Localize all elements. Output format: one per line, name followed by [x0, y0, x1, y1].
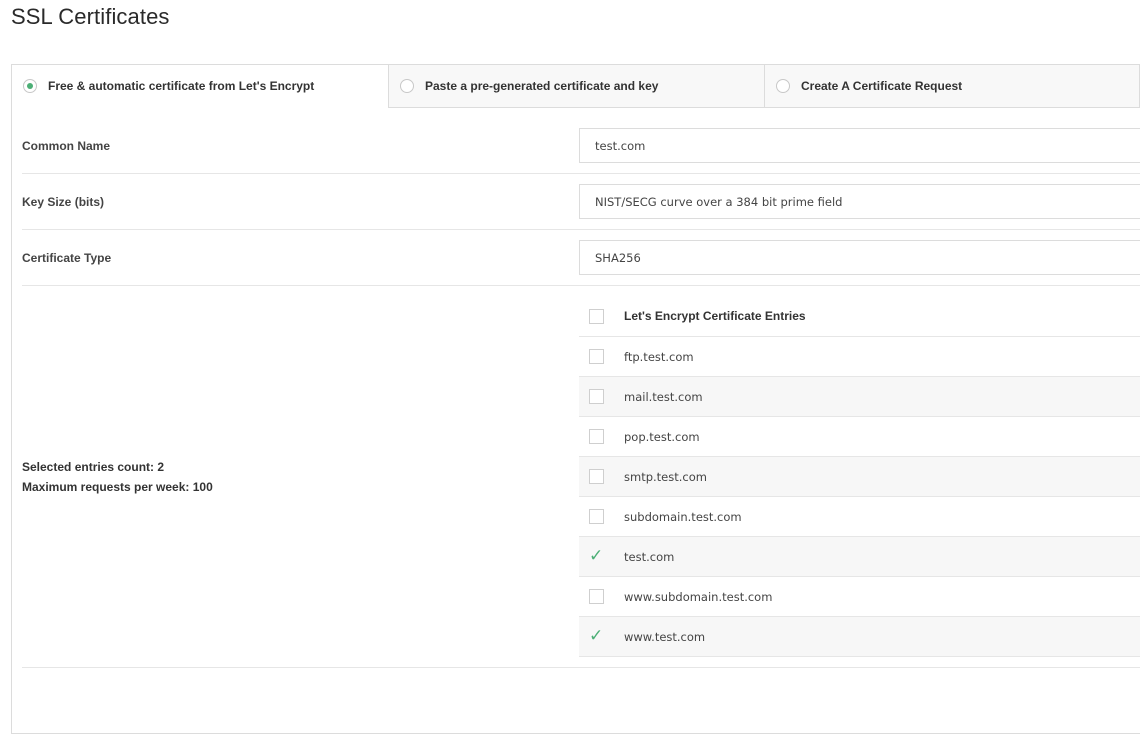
entry-checkbox[interactable]	[589, 389, 604, 404]
radio-icon[interactable]	[776, 79, 790, 93]
check-icon[interactable]: ✓	[589, 548, 604, 565]
entries-row: Selected entries count: 2 Maximum reques…	[22, 286, 1140, 668]
entry-label: test.com	[624, 549, 675, 564]
entry-checkbox[interactable]	[589, 429, 604, 444]
common-name-field[interactable]: test.com	[579, 128, 1140, 163]
entry-checkbox[interactable]	[589, 349, 604, 364]
tab-paste-certificate[interactable]: Paste a pre-generated certificate and ke…	[388, 65, 764, 108]
list-item[interactable]: ✓ test.com	[579, 537, 1140, 577]
check-icon[interactable]: ✓	[589, 628, 604, 645]
entry-label: subdomain.test.com	[624, 509, 742, 524]
certificate-type-select[interactable]: SHA256	[579, 240, 1140, 275]
entry-label: mail.test.com	[624, 389, 703, 404]
entries-list: Let's Encrypt Certificate Entries ftp.te…	[579, 296, 1140, 657]
list-item[interactable]: ftp.test.com	[579, 337, 1140, 377]
list-item[interactable]: www.subdomain.test.com	[579, 577, 1140, 617]
entry-label: www.subdomain.test.com	[624, 589, 773, 604]
list-item[interactable]: ✓ www.test.com	[579, 617, 1140, 657]
list-item[interactable]: smtp.test.com	[579, 457, 1140, 497]
entry-label: smtp.test.com	[624, 469, 707, 484]
tab-label: Free & automatic certificate from Let's …	[48, 79, 315, 93]
selected-count: Selected entries count: 2	[22, 460, 165, 474]
entry-label: www.test.com	[624, 629, 706, 644]
entry-checkbox[interactable]	[589, 469, 604, 484]
key-size-label: Key Size (bits)	[22, 195, 105, 209]
list-item[interactable]: pop.test.com	[579, 417, 1140, 457]
certificate-source-tabs: Free & automatic certificate from Let's …	[12, 65, 1140, 108]
tab-label: Create A Certificate Request	[801, 79, 963, 93]
ssl-panel: Free & automatic certificate from Let's …	[11, 64, 1140, 734]
page-title: SSL Certificates	[11, 4, 170, 29]
entries-header-label: Let's Encrypt Certificate Entries	[624, 309, 806, 323]
key-size-row: Key Size (bits) NIST/SECG curve over a 3…	[22, 174, 1140, 230]
key-size-select[interactable]: NIST/SECG curve over a 384 bit prime fie…	[579, 184, 1140, 219]
radio-selected-icon[interactable]	[23, 79, 37, 93]
tab-lets-encrypt[interactable]: Free & automatic certificate from Let's …	[12, 65, 388, 108]
common-name-row: Common Name test.com	[22, 118, 1140, 174]
select-all-checkbox[interactable]	[589, 308, 604, 324]
certificate-type-label: Certificate Type	[22, 251, 112, 265]
entry-checkbox[interactable]	[589, 589, 604, 604]
list-item[interactable]: subdomain.test.com	[579, 497, 1140, 537]
tab-label: Paste a pre-generated certificate and ke…	[425, 79, 659, 93]
entries-header: Let's Encrypt Certificate Entries	[579, 296, 1140, 337]
radio-icon[interactable]	[400, 79, 414, 93]
entry-label: pop.test.com	[624, 429, 700, 444]
entries-summary: Selected entries count: 2 Maximum reques…	[22, 457, 213, 497]
list-item[interactable]: mail.test.com	[579, 377, 1140, 417]
tab-certificate-request[interactable]: Create A Certificate Request	[764, 65, 1140, 108]
certificate-type-row: Certificate Type SHA256	[22, 230, 1140, 286]
max-requests: Maximum requests per week: 100	[22, 480, 213, 494]
common-name-label: Common Name	[22, 139, 111, 153]
entry-label: ftp.test.com	[624, 349, 694, 364]
entry-checkbox[interactable]	[589, 509, 604, 524]
